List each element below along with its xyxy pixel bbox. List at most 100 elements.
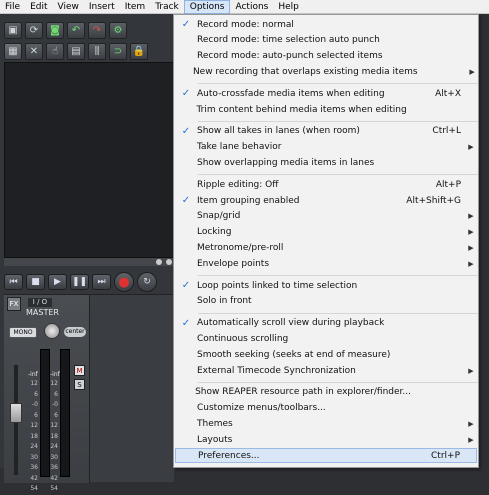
loop-icon[interactable]: ⊃	[109, 43, 127, 60]
main-window: ▣ ⟳ ◙ ↶ ↷ ⚙ ▦ ✕ ☝ ▤ ⫼ ⊃ 🔒 ⏮ ■ ▶ ❚❚ ⏭ ● ↻…	[0, 14, 176, 492]
save-project-icon[interactable]: ◙	[46, 22, 64, 39]
menu-item-label: Show REAPER resource path in explorer/fi…	[195, 387, 411, 398]
menu-item-show-all-takes-in-lanes-when-room[interactable]: ✓ Show all takes in lanes (when room) Ctrl…	[175, 124, 477, 139]
menu-file[interactable]: File	[0, 0, 25, 14]
menu-actions[interactable]: Actions	[230, 0, 273, 14]
menu-insert[interactable]: Insert	[84, 0, 120, 14]
settings-icon[interactable]: ⚙	[109, 22, 127, 39]
meter-tick-label: -0	[52, 401, 58, 408]
ripple-icon[interactable]: ☝	[46, 43, 64, 60]
meter-tick-label: 18	[30, 432, 38, 440]
master-track-strip: FX I / O MASTER MONO center -inf -inf 12…	[4, 295, 90, 492]
menu-item[interactable]: Item	[120, 0, 151, 14]
go-to-start-button[interactable]: ⏮	[4, 274, 23, 290]
menu-item-label: Customize menus/toolbars...	[197, 403, 326, 414]
menu-item-auto-crossfade-media-items-when-editing[interactable]: ✓ Auto-crossfade media items when editing…	[175, 86, 477, 101]
menu-options[interactable]: Options	[183, 0, 231, 14]
submenu-arrow-icon: ▶	[468, 143, 474, 152]
item-grouping-icon[interactable]: ⫼	[88, 43, 106, 60]
meter-tick-label: 6	[54, 411, 58, 419]
options-menu: ✓ Record mode: normal Record mode: time se…	[173, 14, 479, 468]
meter-tick-label: 42	[50, 474, 58, 482]
menu-item-label: Continuous scrolling	[197, 333, 289, 344]
menu-item-envelope-points[interactable]: Envelope points ▶	[175, 256, 477, 271]
io-button[interactable]: I / O	[28, 298, 52, 307]
redo-icon[interactable]: ↷	[88, 22, 106, 39]
stop-button[interactable]: ■	[26, 274, 45, 290]
menu-item-label: Item grouping enabled	[197, 195, 300, 206]
menu-item-new-recording-that-overlaps-existing-media-items[interactable]: New recording that overlaps existing med…	[175, 64, 477, 79]
zoom-in-icon[interactable]	[166, 259, 172, 265]
menu-item-automatically-scroll-view-during-playback[interactable]: ✓ Automatically scroll view during playba…	[175, 316, 477, 331]
menu-item-label: Show overlapping media items in lanes	[197, 157, 375, 168]
menu-help[interactable]: Help	[273, 0, 304, 14]
menu-item-layouts[interactable]: Layouts ▶	[175, 432, 477, 447]
menu-edit[interactable]: Edit	[25, 0, 52, 14]
menu-item-solo-in-front[interactable]: Solo in front	[175, 294, 477, 309]
menu-item-record-mode-auto-punch-selected-items[interactable]: Record mode: auto-punch selected items	[175, 49, 477, 64]
menu-item-label: Layouts	[197, 434, 233, 445]
mute-button[interactable]: M	[74, 365, 85, 376]
loop-button[interactable]: ↻	[137, 272, 157, 292]
menu-item-snap-grid[interactable]: Snap/grid ▶	[175, 209, 477, 224]
meter-tick-label: 6	[34, 411, 38, 419]
menu-item-locking[interactable]: Locking ▶	[175, 225, 477, 240]
menu-item-label: Preferences...	[198, 450, 260, 461]
menu-item-record-mode-normal[interactable]: ✓ Record mode: normal	[175, 17, 477, 32]
go-to-end-button[interactable]: ⏭	[92, 274, 111, 290]
menu-item-show-overlapping-media-items-in-lanes[interactable]: Show overlapping media items in lanes	[175, 155, 477, 170]
undo-icon[interactable]: ↶	[67, 22, 85, 39]
meter-tick-label: 24	[50, 443, 58, 450]
record-button[interactable]: ●	[114, 272, 134, 292]
meter-tick-label: 12	[50, 422, 58, 429]
menu-item-take-lane-behavior[interactable]: Take lane behavior ▶	[175, 140, 477, 155]
fx-button[interactable]: FX	[7, 297, 21, 311]
envelope-icon[interactable]: ▤	[67, 43, 85, 60]
meter-tick-label: 36	[50, 464, 58, 471]
play-button[interactable]: ▶	[48, 274, 67, 290]
pan-knob[interactable]	[44, 323, 60, 339]
menu-item-continuous-scrolling[interactable]: Continuous scrolling	[175, 331, 477, 346]
checkmark-icon: ✓	[181, 125, 191, 137]
grid-icon[interactable]: ▦	[4, 43, 22, 60]
zoom-out-icon[interactable]	[156, 259, 162, 265]
lock-icon[interactable]: 🔒	[130, 43, 148, 60]
menu-item-label: Trim content behind media items when edi…	[196, 104, 407, 115]
menu-item-trim-content-behind-media-items-when-editing[interactable]: Trim content behind media items when edi…	[175, 102, 477, 117]
menu-item-themes[interactable]: Themes ▶	[175, 416, 477, 431]
snap-icon[interactable]: ✕	[25, 43, 43, 60]
menu-item-label: External Timecode Synchronization	[197, 365, 356, 376]
menu-item-preferences[interactable]: Preferences... Ctrl+P	[175, 448, 477, 463]
menu-item-label: New recording that overlaps existing med…	[192, 66, 418, 77]
menu-item-label: Auto-crossfade media items when editing	[197, 88, 385, 99]
volume-fader[interactable]	[10, 403, 22, 423]
track-area[interactable]	[4, 62, 174, 258]
horizontal-scrollbar[interactable]	[4, 258, 174, 266]
solo-button[interactable]: S	[74, 379, 85, 390]
menu-item-metronome-pre-roll[interactable]: Metronome/pre-roll ▶	[175, 240, 477, 255]
menu-track[interactable]: Track	[150, 0, 184, 14]
mono-button[interactable]: MONO	[9, 327, 37, 338]
pause-button[interactable]: ❚❚	[70, 274, 89, 290]
menu-view[interactable]: View	[53, 0, 84, 14]
meter-tick-label: 18	[50, 432, 58, 440]
menu-item-show-reaper-resource-path-in-explorer-finder[interactable]: Show REAPER resource path in explorer/fi…	[175, 385, 477, 400]
menu-item-loop-points-linked-to-time-selection[interactable]: ✓ Loop points linked to time selection	[175, 278, 477, 293]
menu-item-item-grouping-enabled[interactable]: ✓ Item grouping enabled Alt+Shift+G	[175, 193, 477, 208]
meter-tick-label: 12	[30, 422, 38, 429]
menu-item-record-mode-time-selection-auto-punch[interactable]: Record mode: time selection auto punch	[175, 33, 477, 48]
meter-ticks-right: 12 6 -0 6 12 18 24 30 36 42 54	[46, 379, 58, 495]
menu-item-label: Loop points linked to time selection	[197, 280, 358, 291]
meter-tick-label: 6	[54, 390, 58, 398]
menu-item-label: Record mode: normal	[197, 19, 294, 30]
menu-item-external-timecode-synchronization[interactable]: External Timecode Synchronization ▶	[175, 363, 477, 378]
new-project-icon[interactable]: ▣	[4, 22, 22, 39]
submenu-arrow-icon: ▶	[468, 435, 474, 444]
menu-item-customize-menus-toolbars[interactable]: Customize menus/toolbars...	[175, 401, 477, 416]
menu-item-shortcut: Alt+P	[435, 179, 461, 190]
menu-item-smooth-seeking-seeks-at-end-of-measure[interactable]: Smooth seeking (seeks at end of measure)	[175, 347, 477, 362]
open-project-icon[interactable]: ⟳	[25, 22, 43, 39]
menu-item-shortcut: Alt+Shift+G	[406, 195, 461, 206]
peak-left: -inf	[28, 371, 38, 378]
menu-item-ripple-editing-off[interactable]: Ripple editing: Off Alt+P	[175, 177, 477, 192]
